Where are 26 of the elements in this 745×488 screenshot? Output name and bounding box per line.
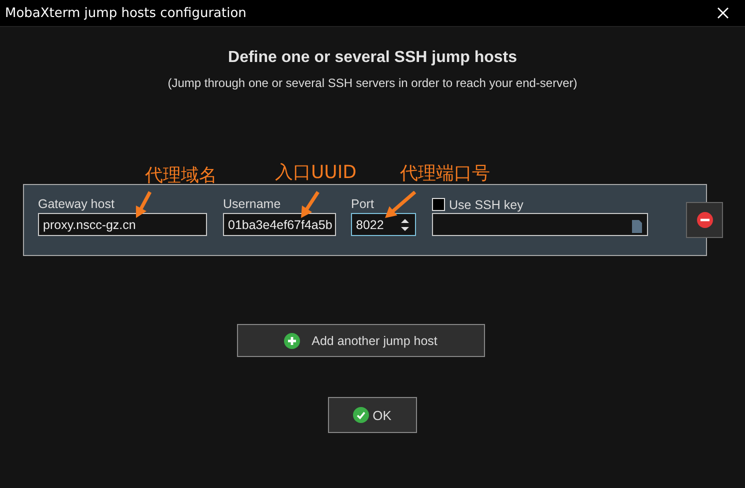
use-ssh-key-checkbox[interactable]: Use SSH key xyxy=(432,196,648,213)
ok-button[interactable]: OK xyxy=(328,397,416,433)
arrow-icon xyxy=(135,191,152,219)
dialog-heading: Define one or several SSH jump hosts xyxy=(228,49,517,67)
key-file-field[interactable] xyxy=(432,213,648,236)
field-label: Gateway host xyxy=(38,196,114,213)
plus-icon xyxy=(284,332,300,348)
add-jump-host-button[interactable]: Add another jump host xyxy=(236,324,484,357)
window-title: MobaXterm jump hosts configuration xyxy=(5,6,246,20)
minus-icon xyxy=(696,212,712,228)
field-label: Port xyxy=(351,196,374,213)
dialog-subtitle: (Jump through one or several SSH servers in order to reach your end-server) xyxy=(168,76,578,90)
field-label: Username xyxy=(223,196,281,213)
remove-host-button[interactable] xyxy=(686,202,723,238)
port-spinbox[interactable]: 8022 xyxy=(351,213,416,236)
file-icon[interactable] xyxy=(632,220,642,232)
annotation-label: 代理域名 xyxy=(145,164,217,187)
gateway-host-field[interactable]: proxy.nscc-gz.cn xyxy=(38,213,207,236)
arrow-icon xyxy=(300,191,320,219)
close-icon[interactable] xyxy=(717,7,729,19)
annotation-label: 入口UUID xyxy=(275,161,357,184)
spin-arrows-icon[interactable] xyxy=(401,218,409,232)
arrow-icon xyxy=(384,191,417,219)
username-field[interactable]: 01ba3e4ef67f4a5b xyxy=(223,213,336,236)
checkmark-icon xyxy=(352,407,369,423)
annotation-label: 代理端口号 xyxy=(400,162,490,185)
